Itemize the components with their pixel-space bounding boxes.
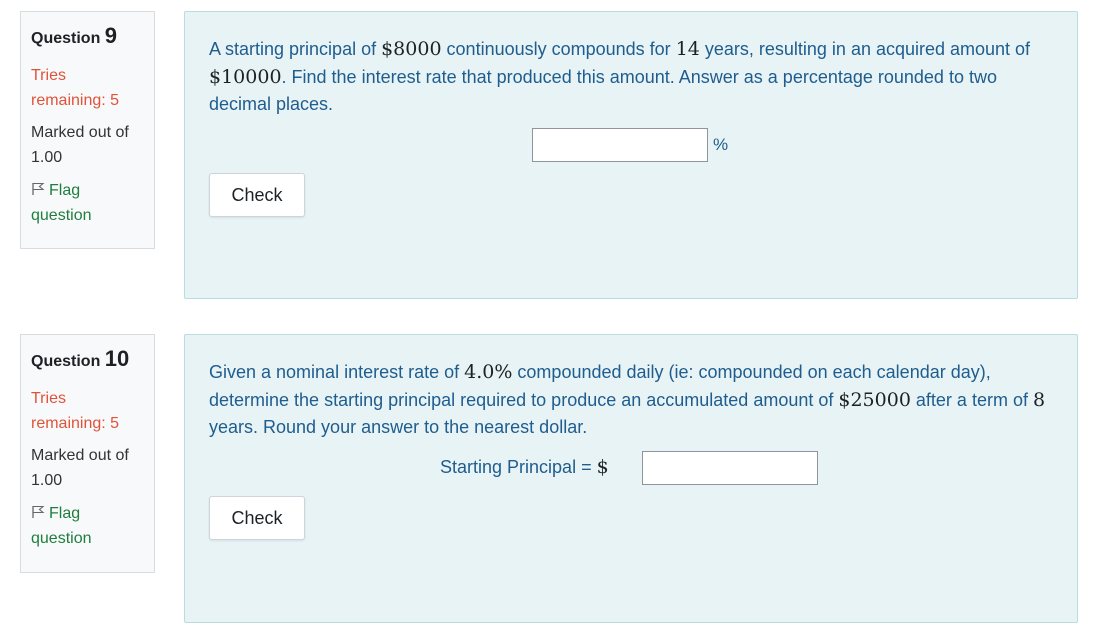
text-part: Given a nominal interest rate of <box>209 362 465 382</box>
marked-out-of: Marked out of 1.00 <box>31 120 144 170</box>
question-label: Question <box>31 353 101 370</box>
answer-input[interactable] <box>532 128 708 162</box>
marked-value: 1.00 <box>31 149 63 166</box>
question-number: Question 10 <box>31 346 144 372</box>
answer-prefix-label: Starting Principal = $ <box>440 456 609 478</box>
text-part: . Find the interest rate that produced t… <box>209 66 997 115</box>
question-text: Given a nominal interest rate of 4.0% co… <box>209 359 1059 442</box>
answer-unit-suffix: % <box>713 135 729 154</box>
math-value: 14 <box>675 38 700 60</box>
flag-label: Flag <box>49 182 81 199</box>
text-part: years. Round your answer to the nearest … <box>209 417 588 437</box>
check-button[interactable]: Check <box>209 173 305 217</box>
math-value: $10000 <box>209 65 282 88</box>
question-number-value: 10 <box>104 346 130 371</box>
question-info-9: Question 9 Tries remaining: 5 Marked out… <box>20 11 155 249</box>
marked-label: Marked out of <box>31 447 129 464</box>
question-number-value: 9 <box>104 23 118 48</box>
question-info-10: Question 10 Tries remaining: 5 Marked ou… <box>20 334 155 573</box>
flag-icon <box>32 182 45 195</box>
marked-value: 1.00 <box>31 472 63 489</box>
flag-icon <box>32 505 45 518</box>
math-value: $8000 <box>381 38 442 60</box>
question-content-9: A starting principal of $8000 continuous… <box>184 11 1078 299</box>
check-button[interactable]: Check <box>209 496 305 540</box>
text-part: after a term of <box>910 389 1033 410</box>
answer-prefix-text: Starting Principal = <box>440 457 597 477</box>
question-text: A starting principal of $8000 continuous… <box>209 36 1059 119</box>
text-part: continuously compounds for <box>441 39 676 59</box>
flag-label-2: question <box>31 207 92 224</box>
flag-question-link[interactable]: Flag question <box>31 178 144 228</box>
answer-input[interactable] <box>642 451 818 485</box>
question-label: Question <box>31 30 101 47</box>
tries-remaining: Tries remaining: 5 <box>31 390 120 432</box>
math-value: 4.0% <box>464 361 513 383</box>
text-part: A starting principal of <box>209 39 382 59</box>
tries-remaining: Tries remaining: 5 <box>31 67 120 109</box>
marked-out-of: Marked out of 1.00 <box>31 443 144 493</box>
marked-label: Marked out of <box>31 124 129 141</box>
question-content-10: Given a nominal interest rate of 4.0% co… <box>184 334 1078 623</box>
math-value: 8 <box>1032 388 1046 411</box>
math-value: $ <box>596 456 609 478</box>
math-value: $25000 <box>838 388 911 411</box>
flag-question-link[interactable]: Flag question <box>31 501 144 551</box>
flag-label: Flag <box>49 505 81 522</box>
text-part: years, resulting in an acquired amount o… <box>699 39 1031 59</box>
question-number: Question 9 <box>31 23 144 49</box>
flag-label-2: question <box>31 530 92 547</box>
